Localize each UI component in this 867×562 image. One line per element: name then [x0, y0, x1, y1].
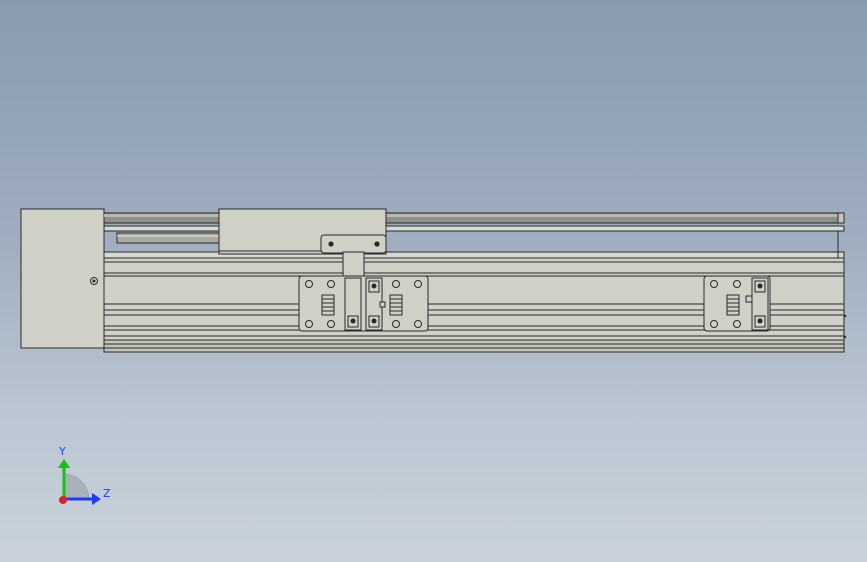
guide-rod [116, 232, 222, 244]
linear-module[interactable] [20, 208, 847, 353]
inner-rail-lower [103, 251, 845, 259]
sensor-plate-1[interactable] [298, 275, 429, 332]
triad-quadrant [63, 473, 90, 500]
bracket-screw-icon [374, 241, 380, 247]
extrusion-bottom-lip [103, 339, 845, 353]
housing-screw-center [92, 279, 96, 283]
cad-viewport[interactable]: Y Z [0, 0, 867, 562]
model-canvas: Y Z [20, 208, 847, 505]
coordinate-triad: Y Z [58, 445, 111, 505]
inner-rail-upper [103, 225, 845, 232]
bracket-screw-icon [328, 241, 334, 247]
y-axis-label: Y [58, 445, 66, 458]
sensor-plate-2[interactable] [703, 275, 771, 332]
z-axis-label: Z [103, 487, 111, 500]
rail-end-cap [837, 212, 845, 224]
x-axis-dot [59, 496, 67, 504]
top-rail-highlight [104, 214, 844, 217]
